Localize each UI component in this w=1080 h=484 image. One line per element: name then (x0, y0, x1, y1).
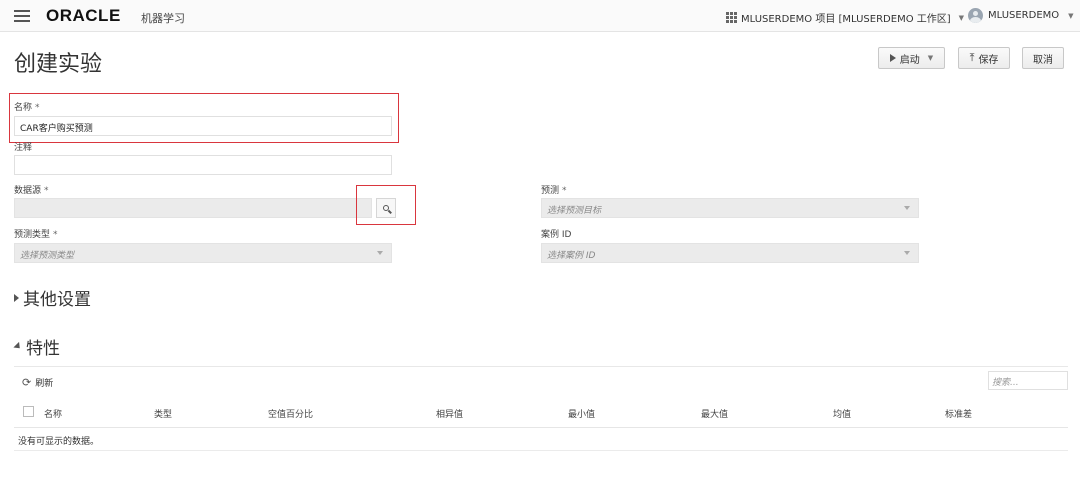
column-header-min[interactable]: 最小值 (568, 407, 595, 420)
refresh-button[interactable]: ⟳ 刷新 (22, 376, 53, 389)
chevron-down-icon (904, 251, 910, 255)
user-name: MLUSERDEMO (988, 10, 1060, 21)
page-title: 创建实验 (14, 52, 103, 77)
project-selector[interactable]: MLUSERDEMO 项目 [MLUSERDEMO 工作区] ▼ (726, 10, 964, 25)
data-source-label-text: 数据源 (14, 186, 42, 196)
cancel-button[interactable]: 取消 (1022, 47, 1064, 69)
menu-icon[interactable] (14, 10, 30, 22)
user-menu[interactable]: MLUSERDEMO ▼ (968, 8, 1074, 23)
upload-icon: ⤒ (969, 51, 975, 64)
comment-input[interactable] (14, 155, 392, 175)
column-header-mean[interactable]: 均值 (833, 407, 851, 420)
column-header-stddev[interactable]: 标准差 (945, 407, 972, 420)
save-label: 保存 (978, 54, 999, 66)
grid-icon (726, 12, 737, 23)
prediction-type-placeholder: 选择预测类型 (20, 251, 75, 261)
play-icon (889, 54, 896, 62)
section-other-settings-title: 其他设置 (23, 290, 91, 310)
column-header-null-percent[interactable]: 空值百分比 (268, 407, 313, 420)
highlight-box-name (9, 93, 399, 143)
data-source-input[interactable] (14, 198, 372, 218)
start-label: 启动 (899, 54, 920, 66)
empty-table-message: 没有可显示的数据。 (18, 437, 100, 447)
prediction-type-label-text: 预测类型 (14, 230, 51, 240)
triangle-right-icon (14, 293, 19, 302)
highlight-box-search (356, 185, 416, 225)
app-title: 机器学习 (141, 12, 185, 25)
oracle-logo[interactable]: ORACLE (46, 6, 121, 26)
comment-label: 注释 (14, 143, 33, 153)
refresh-label: 刷新 (35, 379, 54, 389)
prediction-type-select[interactable]: 选择预测类型 (14, 243, 392, 263)
case-id-label: 案例 ID (541, 230, 572, 240)
column-header-distinct[interactable]: 相异值 (436, 407, 463, 420)
chevron-down-icon: ▼ (927, 54, 934, 62)
select-all-checkbox[interactable] (23, 406, 34, 417)
refresh-icon: ⟳ (22, 376, 32, 389)
chevron-down-icon (904, 206, 910, 210)
case-id-placeholder: 选择案例 ID (547, 251, 596, 261)
user-icon (968, 8, 983, 23)
predict-label-text: 预测 (541, 186, 560, 196)
save-button[interactable]: ⤒ 保存 (958, 47, 1010, 69)
triangle-down-icon (13, 341, 23, 352)
data-source-label: 数据源 * (14, 183, 49, 196)
prediction-type-label: 预测类型 * (14, 227, 58, 240)
section-other-settings[interactable]: 其他设置 (14, 285, 91, 310)
table-divider (14, 450, 1068, 451)
required-mark: * (44, 186, 49, 196)
section-features[interactable]: 特性 (13, 334, 60, 359)
column-header-max[interactable]: 最大值 (701, 407, 728, 420)
case-id-select[interactable]: 选择案例 ID (541, 243, 919, 263)
column-header-type[interactable]: 类型 (154, 407, 172, 420)
project-label: MLUSERDEMO 项目 [MLUSERDEMO 工作区] (741, 14, 951, 25)
section-features-title: 特性 (26, 339, 60, 359)
required-mark: * (562, 186, 567, 196)
column-header-name[interactable]: 名称 (44, 407, 62, 420)
chevron-down-icon: ▼ (958, 13, 965, 22)
predict-select[interactable]: 选择预测目标 (541, 198, 919, 218)
features-toolbar: ⟳ 刷新 (14, 366, 1068, 396)
table-search-input[interactable]: 搜索... (988, 371, 1068, 390)
features-table-header: 名称 类型 空值百分比 相异值 最小值 最大值 均值 标准差 (14, 398, 1068, 428)
top-header: ORACLE 机器学习 MLUSERDEMO 项目 [MLUSERDEMO 工作… (0, 0, 1080, 32)
chevron-down-icon: ▼ (1068, 11, 1074, 20)
chevron-down-icon (377, 251, 383, 255)
start-button[interactable]: 启动 ▼ (878, 47, 945, 69)
predict-placeholder: 选择预测目标 (547, 206, 602, 216)
required-mark: * (53, 230, 58, 240)
predict-label: 预测 * (541, 183, 567, 196)
